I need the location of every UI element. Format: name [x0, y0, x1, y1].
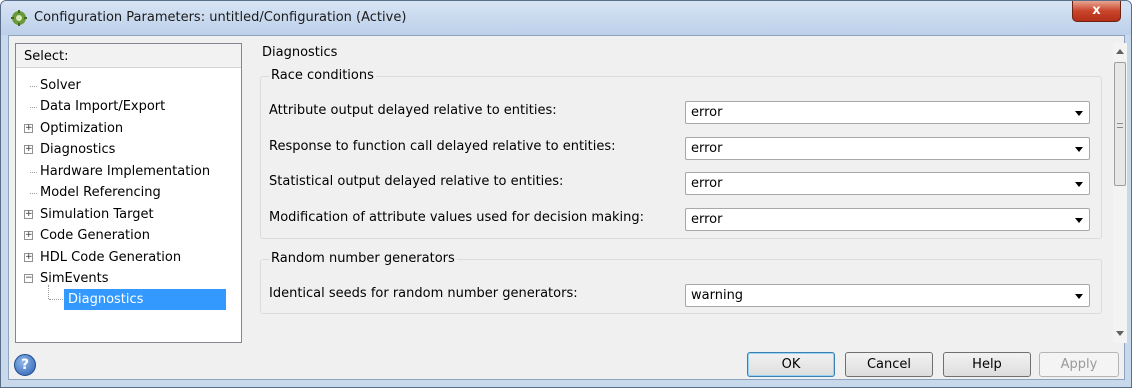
expand-code-generation-icon[interactable]: +: [24, 231, 33, 240]
close-button[interactable]: x: [1072, 1, 1121, 22]
attribute-output-label: Attribute output delayed relative to ent…: [269, 103, 557, 118]
tree-item-hardware-implementation[interactable]: Hardware Implementation: [38, 161, 212, 182]
help-button[interactable]: Help: [943, 352, 1031, 377]
tree-item-simevents-diagnostics[interactable]: Diagnostics: [64, 289, 226, 310]
dropdown-arrow-icon: [1075, 218, 1083, 223]
grip-icon: [1117, 123, 1123, 128]
select-value: warning: [691, 288, 744, 303]
statistical-output-select[interactable]: error: [685, 172, 1090, 195]
tree-item-label: HDL Code Generation: [40, 250, 182, 265]
select-value: error: [691, 141, 723, 156]
attribute-modification-select[interactable]: error: [685, 208, 1090, 231]
tree-item-code-generation[interactable]: Code Generation: [38, 225, 152, 246]
category-tree: Select: Solver Data Import/Export + Opti…: [15, 43, 242, 343]
expand-diagnostics-icon[interactable]: +: [24, 145, 33, 154]
pane-title: Diagnostics: [262, 45, 338, 60]
tree-item-data-import-export[interactable]: Data Import/Export: [38, 96, 167, 117]
tree-item-simulation-target[interactable]: Simulation Target: [38, 204, 156, 225]
tree-item-label: Model Referencing: [40, 185, 161, 200]
title-bar[interactable]: Configuration Parameters: untitled/Confi…: [1, 1, 1131, 35]
attribute-modification-label: Modification of attribute values used fo…: [269, 210, 645, 225]
identical-seeds-label: Identical seeds for random number genera…: [269, 286, 578, 301]
vertical-scrollbar[interactable]: [1113, 43, 1127, 343]
race-conditions-title: Race conditions: [269, 68, 376, 83]
simulink-icon: [11, 10, 27, 26]
select-value: error: [691, 176, 723, 191]
window-title: Configuration Parameters: untitled/Confi…: [34, 10, 407, 25]
scroll-down-icon[interactable]: [1116, 331, 1124, 336]
tree-item-diagnostics[interactable]: Diagnostics: [38, 139, 117, 160]
tree-item-label: Solver: [40, 78, 81, 93]
tree-item-model-referencing[interactable]: Model Referencing: [38, 182, 163, 203]
apply-button[interactable]: Apply: [1039, 352, 1119, 377]
statistical-output-label: Statistical output delayed relative to e…: [269, 174, 564, 189]
response-function-call-select[interactable]: error: [685, 137, 1090, 160]
random-generators-title: Random number generators: [269, 251, 457, 266]
dropdown-arrow-icon: [1075, 111, 1083, 116]
tree-item-label: Code Generation: [40, 228, 150, 243]
select-value: error: [691, 212, 723, 227]
dropdown-arrow-icon: [1075, 182, 1083, 187]
scrollbar-thumb[interactable]: [1114, 62, 1126, 186]
tree-item-label: Data Import/Export: [40, 99, 166, 114]
collapse-simevents-icon[interactable]: −: [24, 274, 33, 283]
tree-item-label: Diagnostics: [64, 289, 226, 310]
tree-item-solver[interactable]: Solver: [38, 75, 83, 96]
scroll-up-icon[interactable]: [1116, 49, 1124, 54]
tree-item-label: Diagnostics: [40, 142, 116, 157]
config-dialog: Configuration Parameters: untitled/Confi…: [0, 0, 1132, 388]
tree-header: Select:: [16, 44, 241, 68]
tree-item-label: Hardware Implementation: [40, 164, 211, 179]
identical-seeds-select[interactable]: warning: [685, 284, 1090, 307]
tree-item-hdl-code-generation[interactable]: HDL Code Generation: [38, 247, 183, 268]
expand-hdl-code-generation-icon[interactable]: +: [24, 253, 33, 262]
dropdown-arrow-icon: [1075, 294, 1083, 299]
tree-item-label: Simulation Target: [40, 207, 154, 222]
response-function-call-label: Response to function call delayed relati…: [269, 139, 616, 154]
tree-item-label: Optimization: [40, 121, 124, 136]
cancel-button[interactable]: Cancel: [845, 352, 933, 377]
select-value: error: [691, 105, 723, 120]
help-icon[interactable]: ?: [14, 354, 36, 376]
expand-optimization-icon[interactable]: +: [24, 124, 33, 133]
settings-pane: Diagnostics Race conditions Attribute ou…: [252, 43, 1106, 343]
attribute-output-select[interactable]: error: [685, 101, 1090, 124]
expand-simulation-target-icon[interactable]: +: [24, 210, 33, 219]
ok-button[interactable]: OK: [747, 352, 835, 377]
dialog-client-area: Select: Solver Data Import/Export + Opti…: [8, 35, 1127, 380]
tree-item-optimization[interactable]: Optimization: [38, 118, 125, 139]
dropdown-arrow-icon: [1075, 147, 1083, 152]
